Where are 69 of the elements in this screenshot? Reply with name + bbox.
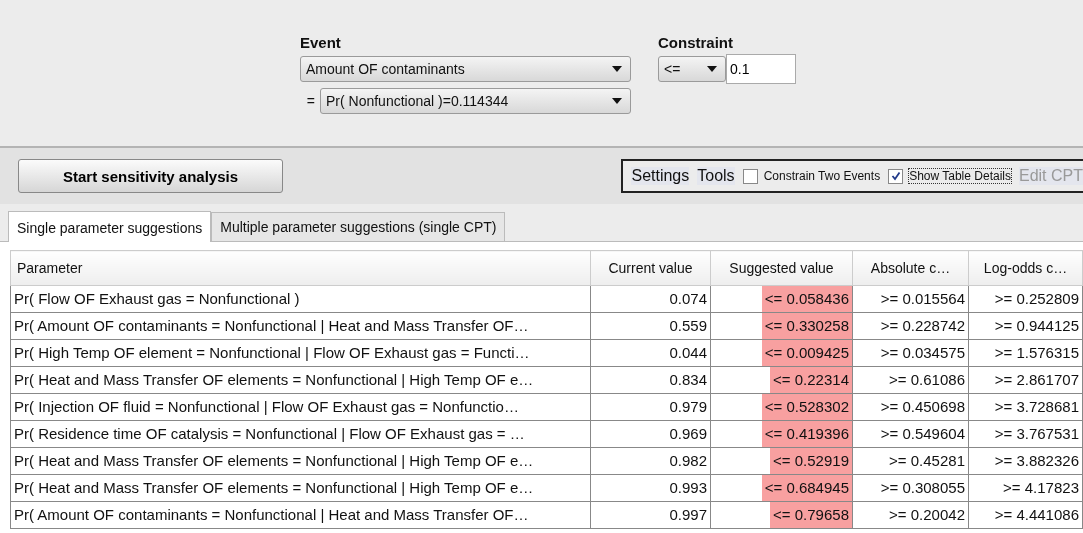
caret-icon [612, 98, 622, 104]
table-cell-text: >= 0.034575 [879, 343, 966, 363]
table-cell-text: >= 0.549604 [879, 424, 966, 444]
checkbox-label: Show Table Details [909, 169, 1011, 183]
table-cell: <= 0.009425 [761, 340, 852, 366]
tab[interactable]: Multiple parameter suggestions (single CPT) [211, 212, 506, 241]
table-cell-text: >= 3.728681 [993, 397, 1080, 417]
state-dropdown[interactable]: Pr( Nonfunctional )=0.114344 [320, 88, 631, 114]
tab[interactable]: Single parameter suggestions [8, 211, 212, 242]
event-dropdown[interactable]: Amount OF contaminants [300, 56, 631, 82]
table-cell-text: >= 4.441086 [993, 505, 1080, 525]
column-header[interactable]: Parameter [10, 250, 591, 286]
caret-icon [707, 66, 717, 72]
table-cell-text: >= 2.861707 [993, 370, 1080, 390]
table-cell-text: Pr( Amount OF contaminants = Nonfunctional | Heat and Mass Transfer OF… [13, 505, 530, 525]
table-cell-text: >= 0.45281 [888, 451, 966, 471]
table-cell: <= 0.330258 [761, 313, 852, 339]
table-cell-text: Pr( Heat and Mass Transfer OF elements = Nonfunctional | High Temp OF e… [13, 451, 535, 471]
table-cell: <= 0.058436 [761, 286, 852, 312]
table-cell-text: 0.997 [668, 505, 708, 525]
table-cell: <= 0.52919 [770, 448, 852, 474]
table-cell: <= 0.419396 [761, 421, 852, 447]
caret-icon [612, 66, 622, 72]
table-cell-text: Pr( Flow OF Exhaust gas = Nonfunctional ) [13, 289, 301, 309]
menu-item[interactable]: Settings [631, 167, 690, 185]
column-header[interactable]: Suggested value [710, 250, 853, 286]
table-cell-text: >= 0.228742 [879, 316, 966, 336]
checkbox[interactable] [888, 168, 904, 184]
table-cell-text: >= 0.015564 [879, 289, 966, 309]
column-header[interactable]: Log-odds c… [968, 250, 1083, 286]
table-cell-text: >= 0.252809 [993, 289, 1080, 309]
table-cell-text: 0.969 [668, 424, 708, 444]
start-analysis-button[interactable]: Start sensitivity analysis [18, 159, 283, 193]
constraint-label: Constraint [658, 34, 734, 51]
menu-item[interactable]: Tools [697, 167, 735, 185]
table-cell-text: 0.979 [668, 397, 708, 417]
table-cell-text: 0.993 [668, 478, 708, 498]
table-cell-text: >= 0.308055 [879, 478, 966, 498]
table-cell-text: >= 3.767531 [993, 424, 1080, 444]
table-cell-text: 0.044 [668, 343, 708, 363]
table-cell: <= 0.22314 [770, 367, 852, 393]
table-cell-text: Pr( Heat and Mass Transfer OF elements = Nonfunctional | High Temp OF e… [13, 478, 535, 498]
column-header[interactable]: Absolute c… [852, 250, 969, 286]
table-cell-text: Pr( Amount OF contaminants = Nonfunctional | Heat and Mass Transfer OF… [13, 316, 530, 336]
table-cell-text: Pr( Injection OF fluid = Nonfunctional | Flow OF Exhaust gas = Nonfunctio… [13, 397, 520, 417]
table-cell-text: Pr( Heat and Mass Transfer OF elements = Nonfunctional | High Temp OF e… [13, 370, 535, 390]
checkbox-label: Constrain Two Events [763, 169, 881, 183]
table-cell-text: 0.834 [668, 370, 708, 390]
table-cell-text: 0.559 [668, 316, 708, 336]
table-cell-text: Pr( Residence time OF catalysis = Nonfunctional | Flow OF Exhaust gas = … [13, 424, 526, 444]
table-cell: <= 0.684945 [761, 475, 852, 501]
table-cell-text: 0.982 [668, 451, 708, 471]
column-header[interactable]: Current value [590, 250, 711, 286]
checkbox[interactable] [742, 168, 758, 184]
table-cell-text: 0.074 [668, 289, 708, 309]
equals-sign: = [305, 93, 315, 109]
event-label: Event [300, 34, 342, 51]
operator-dropdown[interactable]: <= [658, 56, 726, 82]
constraint-value-field[interactable]: 0.1 [726, 54, 796, 84]
table-cell: <= 0.79658 [770, 502, 852, 528]
table-cell-text: >= 1.576315 [993, 343, 1080, 363]
table-cell-text: >= 0.944125 [993, 316, 1080, 336]
table-cell-text: >= 0.61086 [888, 370, 966, 390]
table-cell-text: >= 4.17823 [1002, 478, 1080, 498]
table-cell-text: Pr( High Temp OF element = Nonfunctional | Flow OF Exhaust gas = Functi… [13, 343, 531, 363]
table-cell: <= 0.528302 [761, 394, 852, 420]
table-cell-text: >= 3.882326 [993, 451, 1080, 471]
table-cell-text: >= 0.450698 [879, 397, 966, 417]
table-cell-text: >= 0.20042 [888, 505, 966, 525]
